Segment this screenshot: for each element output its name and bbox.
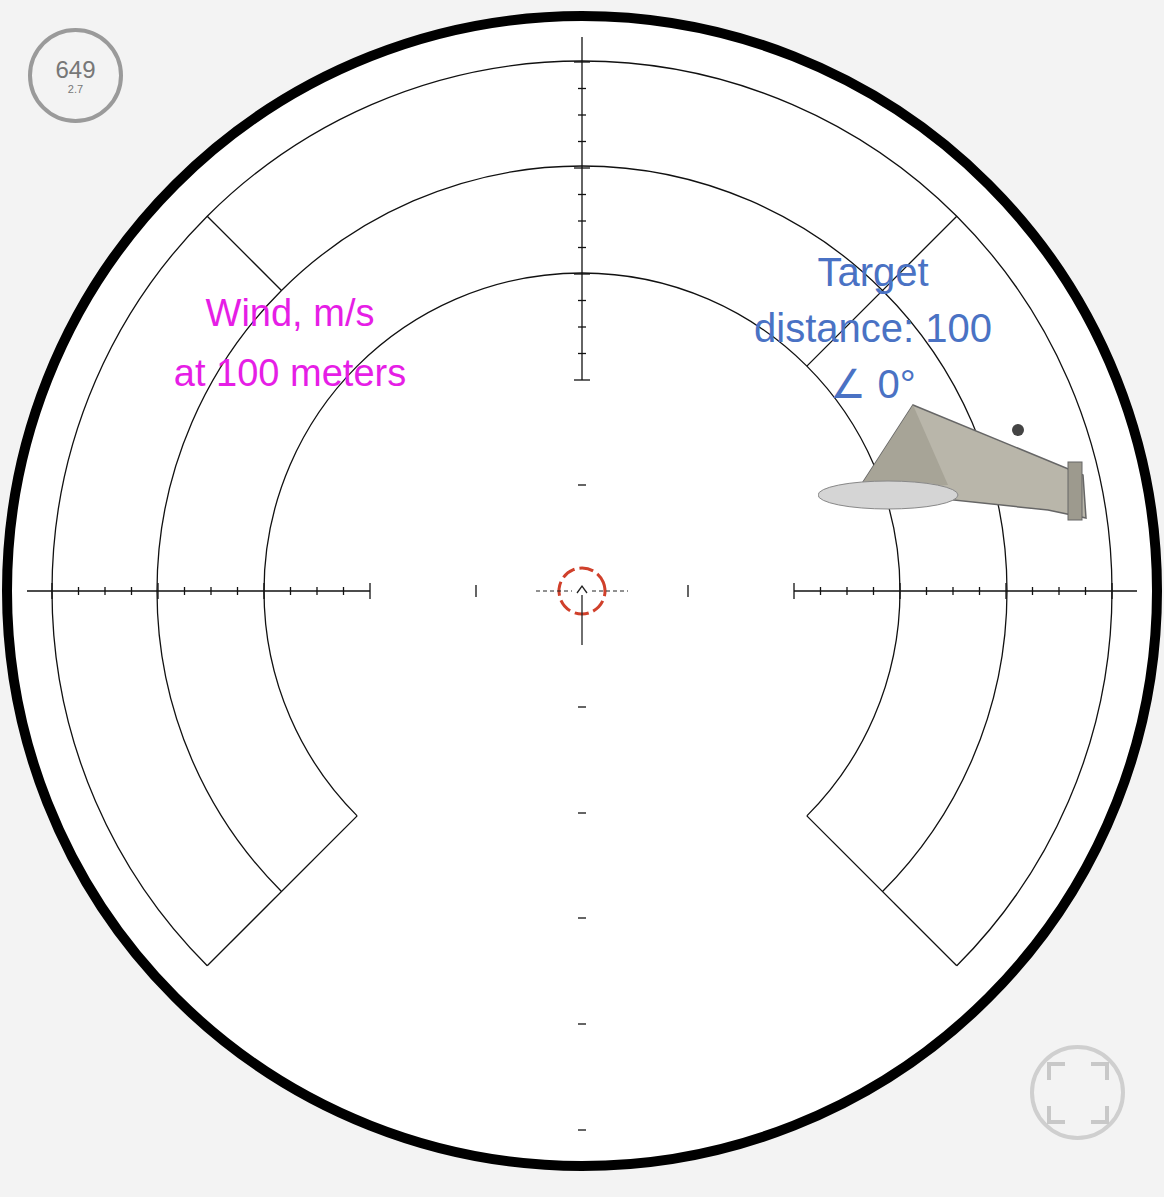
fullscreen-button[interactable] [1030,1045,1125,1140]
target-label-line: distance: 100 [754,300,992,356]
scope-screen: Wind, m/sat 100 meters Targetdistance: 10… [0,0,1164,1197]
target-label: Targetdistance: 100∠ 0° [713,244,1033,412]
target-label-line: Target [817,244,928,300]
drone-icon [818,400,1093,530]
fps-sub: 2.7 [68,83,83,95]
fullscreen-icon [1047,1062,1109,1124]
wind-label: Wind, m/sat 100 meters [130,283,450,403]
wind-label-line: Wind, m/s [206,283,375,343]
reticle [0,0,1164,1197]
wind-label-line: at 100 meters [174,343,406,403]
aim-point [536,561,628,645]
fps-value: 649 [55,57,95,83]
target-label-line: ∠ 0° [830,356,915,412]
fps-badge: 6492.7 [28,28,123,123]
